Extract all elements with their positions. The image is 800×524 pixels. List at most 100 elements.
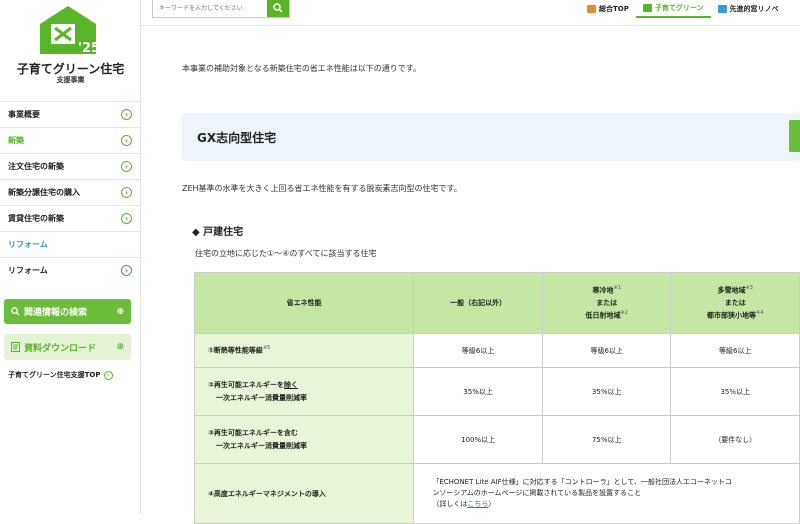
sidebar-nav: 事業概要 › 新築 › 注文住宅の新築 › 新築分譲住宅の購入 › 賃貸住宅の新築 › リ… xyxy=(0,101,141,283)
details-link[interactable]: こちら xyxy=(467,500,488,508)
plus-circle-icon: ⊕ xyxy=(116,342,124,352)
table-cell: 35%以上 xyxy=(670,367,800,416)
logo-subtitle: 支援事業 xyxy=(56,76,85,84)
header-text: 都市部狭小地等 xyxy=(707,311,757,320)
row-label-text: ②再生可能エネルギーを xyxy=(208,380,284,389)
related-search-label: 関連情報の検索 xyxy=(24,308,88,318)
search-bar xyxy=(152,0,290,18)
topnav-item-general-top[interactable]: 総合TOP xyxy=(580,0,636,18)
table-header-row: 省エネ性能 一般（右記以外） 寒冷地※1 または 低日射地域※2 多雪地域※3 または… xyxy=(193,272,800,334)
table-cell: 等級6以上 xyxy=(541,333,672,368)
chevron-right-icon: › xyxy=(103,370,113,380)
logo-house-icon[interactable]: '25 xyxy=(38,4,98,56)
sidebar-item-label: 新築分譲住宅の購入 xyxy=(8,188,80,197)
plus-circle-icon: ⊕ xyxy=(116,306,124,317)
subsection-description: 住宅の立地に応じた①〜④のすべてに該当する住宅 xyxy=(195,249,377,258)
sidebar-item-overview[interactable]: 事業概要 › xyxy=(0,101,141,127)
section-heading-gx: GX志向型住宅 xyxy=(182,113,800,161)
header-text: 多雪地域 xyxy=(717,286,746,295)
gx-title: GX志向型住宅 xyxy=(197,130,277,145)
related-search-button[interactable]: 関連情報の検索 ⊕ xyxy=(4,299,131,324)
support-top-label: 子育てグリーン住宅支援TOP xyxy=(8,371,101,379)
support-top-link[interactable]: 子育てグリーン住宅支援TOP › xyxy=(8,370,113,380)
zeh-description: ZEH基準の水準を大きく上回る省エネ性能を有する脱炭素志向型の住宅です。 xyxy=(182,184,462,193)
row-label: ④高度エネルギーマネジメントの導入 xyxy=(193,463,415,524)
topnav-item-kosodate-green[interactable]: 子育てグリーン xyxy=(635,0,711,18)
table-header: 一般（右記以外） xyxy=(413,272,543,334)
sidebar-item-subdivision-purchase[interactable]: 新築分譲住宅の購入 › xyxy=(0,179,141,205)
row-label: ②再生可能エネルギーを除く 一次エネルギー消費量削減率 xyxy=(193,367,415,416)
description-text: 「ECHONET Lite AIF仕様」に対応する「コントローラ」として、一般社… xyxy=(432,477,733,486)
row-label-text: 一次エネルギー消費量削減率 xyxy=(216,393,307,402)
search-submit-button[interactable] xyxy=(267,0,289,17)
svg-text:'25: '25 xyxy=(78,41,98,56)
table-cell: 等級6以上 xyxy=(670,333,800,368)
sidebar-item-custom-house[interactable]: 注文住宅の新築 › xyxy=(0,153,141,179)
footnote-mark: ※5 xyxy=(262,345,271,352)
topnav-label: 先進的窓リノベ xyxy=(729,5,779,13)
home-icon xyxy=(717,5,727,13)
row-label: ③再生可能エネルギーを含む一次エネルギー消費量削減率 xyxy=(193,415,415,464)
table-cell: （要件なし） xyxy=(670,415,800,464)
footnote-mark: ※4 xyxy=(756,310,764,317)
row-label-text: ①断熱等性能等級 xyxy=(208,346,263,355)
sidebar-item-new-build[interactable]: 新築 › xyxy=(0,127,141,153)
table-row: ④高度エネルギーマネジメントの導入 「ECHONET Lite AIF仕様」に対… xyxy=(193,463,800,524)
description-text: （詳しくは xyxy=(432,500,468,509)
footnote-mark: ※3 xyxy=(745,285,753,292)
subsection-title: ◆ 戸建住宅 xyxy=(192,223,243,238)
table-cell: 35%以上 xyxy=(413,367,543,416)
chevron-right-icon: › xyxy=(121,265,132,276)
sidebar: '25 子育てグリーン住宅 支援事業 事業概要 › 新築 › 注文住宅の新築 › 新築… xyxy=(0,0,141,514)
scroll-tab[interactable] xyxy=(789,120,800,152)
row-label-text: 一次エネルギー消費量削減率 xyxy=(216,441,307,450)
home-icon xyxy=(642,4,652,12)
table-header: 多雪地域※3 または都市部狭小地等※4 xyxy=(670,272,800,334)
description-text: ンソーシアムのホームページに掲載されている製品を設置すること xyxy=(432,488,642,497)
header-text: または xyxy=(724,298,746,307)
table-cell: 35%以上 xyxy=(541,367,672,416)
download-label: 資料ダウンロード xyxy=(24,343,97,354)
sidebar-item-label: リフォーム xyxy=(8,266,48,275)
header-divider xyxy=(141,25,800,26)
table-cell: 100%以上 xyxy=(413,415,543,464)
requirements-table: 省エネ性能 一般（右記以外） 寒冷地※1 または 低日射地域※2 多雪地域※3 または… xyxy=(193,272,800,524)
row-label-text: ③再生可能エネルギーを含む xyxy=(208,428,298,437)
header-text: 低日射地域 xyxy=(585,311,621,320)
table-row: ②再生可能エネルギーを除く 一次エネルギー消費量削減率 35%以上 35%以上 3… xyxy=(193,367,800,416)
chevron-right-icon: › xyxy=(121,109,132,120)
search-icon xyxy=(273,3,283,13)
header-text: または xyxy=(596,298,618,307)
document-icon xyxy=(11,342,20,352)
header-text: 寒冷地 xyxy=(592,286,614,295)
table-row: ①断熱等性能等級※5 等級6以上 等級6以上 等級6以上 xyxy=(193,333,800,368)
diamond-icon: ◆ xyxy=(192,227,204,238)
sidebar-item-label: 事業概要 xyxy=(8,110,40,119)
sidebar-item-label: 賃貸住宅の新築 xyxy=(8,214,64,223)
subsection-title-text: 戸建住宅 xyxy=(203,227,244,238)
topnav-label: 総合TOP xyxy=(599,5,629,13)
sidebar-heading-reform[interactable]: リフォーム xyxy=(0,231,141,257)
sidebar-item-reform[interactable]: リフォーム › xyxy=(0,257,141,283)
topnav-label: 子育てグリーン xyxy=(654,4,704,12)
table-cell: 75%以上 xyxy=(541,415,672,464)
table-cell: 等級6以上 xyxy=(413,333,543,368)
topnav-item-window-renovation[interactable]: 先進的窓リノベ xyxy=(711,0,786,18)
top-nav: 総合TOP 子育てグリーン 先進的窓リノベ xyxy=(580,0,786,18)
row-label: ①断熱等性能等級※5 xyxy=(193,333,415,368)
sidebar-item-label: リフォーム xyxy=(8,240,48,249)
table-header: 省エネ性能 xyxy=(193,272,415,334)
search-input[interactable] xyxy=(153,0,268,16)
search-icon xyxy=(11,307,20,316)
sidebar-item-rental-house[interactable]: 賃貸住宅の新築 › xyxy=(0,205,141,231)
table-header: 寒冷地※1 または 低日射地域※2 xyxy=(541,272,672,334)
chevron-right-icon: › xyxy=(121,161,132,172)
download-button[interactable]: 資料ダウンロード ⊕ xyxy=(4,334,131,360)
footnote-mark: ※2 xyxy=(620,310,628,317)
table-row: ③再生可能エネルギーを含む 一次エネルギー消費量削減率 100%以上 75%以上 … xyxy=(193,415,800,464)
table-cell-description: 「ECHONET Lite AIF仕様」に対応する「コントローラ」として、一般社… xyxy=(413,463,800,524)
chevron-right-icon: › xyxy=(121,187,132,198)
sidebar-item-label: 注文住宅の新築 xyxy=(8,162,64,171)
chevron-right-icon: › xyxy=(121,135,132,146)
home-icon xyxy=(587,5,596,13)
